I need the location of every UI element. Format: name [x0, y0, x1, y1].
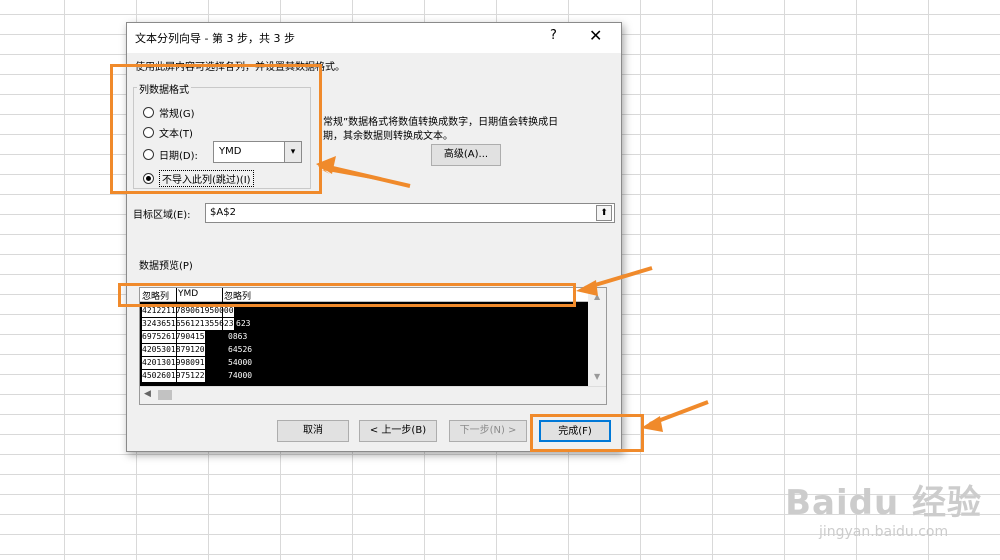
baidu-logo: Baidu 经验	[785, 483, 982, 523]
arrow-head-icon	[641, 416, 663, 432]
arrow-line	[323, 164, 411, 188]
baidu-watermark: Baidu 经验 jingyan.baidu.com	[785, 475, 982, 540]
arrow-head-icon	[576, 280, 598, 296]
watermark-url: jingyan.baidu.com	[818, 524, 949, 540]
